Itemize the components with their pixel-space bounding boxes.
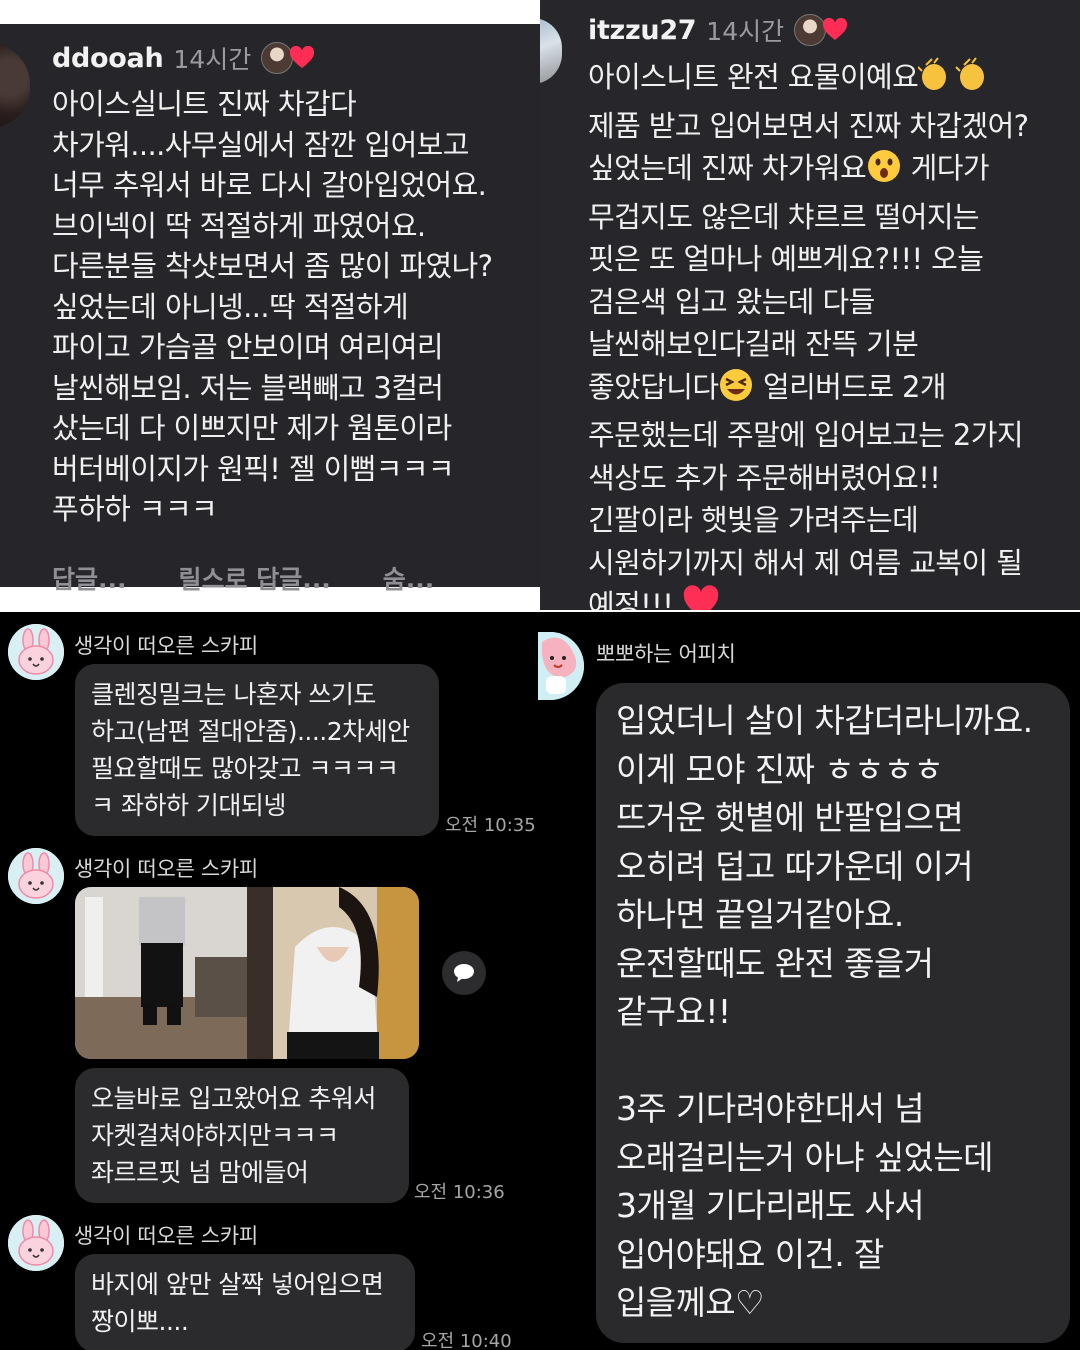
attached-photo[interactable]	[75, 887, 419, 1059]
chat-line: 클렌징밀크는 나혼자 쓰기도	[91, 680, 376, 709]
sender-name: 생각이 떠오른 스카피	[74, 857, 258, 881]
comment-line: 검은색 입고 왔는데 다들	[588, 281, 1028, 324]
comment-text: 아이스니트 완전 요물이예요제품 받고 입어보면서 진짜 차갑겠어? 싶었는데 진…	[588, 56, 1029, 610]
comment-line: 아이스실니트 진짜 차갑다	[52, 87, 357, 121]
chat-bubble: 바지에 앞만 살짝 넣어입으면 짱이뽀....	[75, 1254, 415, 1350]
comment-line: 푸하하 ㅋㅋㅋ	[52, 492, 218, 526]
comment-line: 색상도 추가 주문해버렸어요!!	[588, 457, 1028, 500]
chat-line: 좌르르핏 넘 맘에들어	[91, 1158, 309, 1187]
comment-line-text: 시원하기까지 해서 제 여름 교복이 될	[588, 545, 1023, 580]
message-time: 오전 10:35	[445, 815, 536, 836]
share-button[interactable]	[442, 951, 486, 995]
comment-line-text: 싶었는데 진짜 차가워요	[588, 151, 867, 185]
chat-line: 자켓걸쳐야하지만ㅋㅋㅋ	[91, 1121, 339, 1150]
comment-line-text: 색상도 추가 주문해버렸어요!!	[588, 460, 941, 495]
chat-line: 오늘바로 입고왔어요 추워서	[91, 1084, 376, 1113]
comment-line: 버터베이지가 원픽! 젤 이뻠ㅋㅋㅋ	[52, 451, 455, 486]
comment-line-text: 게다가	[902, 151, 990, 185]
message-time: 오전 10:36	[414, 1182, 505, 1203]
comment-line-text: 핏은 또 얼마나 예쁘게요?!!! 오늘	[588, 242, 984, 276]
comment-line: 긴팔이라 햇빛을 가려주는데	[588, 499, 1028, 542]
comment-line: 핏은 또 얼마나 예쁘게요?!!! 오늘	[588, 238, 1028, 281]
comment-line-text: 제품 받고 입어보면서 진짜 차갑겠어?	[588, 108, 1029, 143]
comment-line-text: 주문했는데 주말에 입어보고는 2가지	[588, 418, 1024, 452]
comment-line: 싶었는데 아니넹...딱 적절하게	[52, 289, 409, 324]
comment-line-text: 긴팔이라 햇빛을 가려주는데	[588, 503, 919, 537]
comment-text: 아이스실니트 진짜 차갑다차가워....사무실에서 잠깐 입어보고너무 추워서 …	[52, 84, 493, 530]
message-time: 오전 10:40	[421, 1331, 512, 1350]
reply-with-reels-button[interactable]: 릴스로 답글...	[179, 560, 331, 596]
hide-button[interactable]: 숨...	[383, 560, 435, 596]
photo-full-body	[75, 887, 247, 1059]
comment-line: 날씬해보인다길래 잔뜩 기분	[588, 323, 1028, 366]
sender-name: 생각이 떠오른 스카피	[74, 634, 258, 658]
scarpy-avatar[interactable]	[8, 1215, 64, 1271]
rabbit-icon	[8, 848, 64, 904]
chat-bubble: 오늘바로 입고왔어요 추워서 자켓걸쳐야하지만ㅋㅋㅋ 좌르르핏 넘 맘에들어	[75, 1068, 409, 1203]
comment-line: 아이스니트 완전 요물이예요	[588, 56, 1028, 105]
comment-actions: 답글... 릴스로 답글... 숨...	[52, 560, 434, 596]
comment-line-text: 아이스니트 완전 요물이예요	[588, 60, 919, 94]
comment-time: 14시간	[173, 45, 252, 74]
comment-username[interactable]: ddooah	[52, 43, 164, 74]
rabbit-icon	[8, 1215, 64, 1271]
comment-line: 너무 추워서 바로 다시 갈아입었어요.	[52, 168, 487, 202]
speech-bubble-icon	[454, 964, 474, 982]
comment-time: 14시간	[706, 17, 785, 46]
comment-line: 좋았답니다 얼리버드로 2개	[588, 366, 1028, 415]
comment-line-text: 날씬해보인다길래 잔뜩 기분	[588, 327, 919, 361]
comment-line: 무겁지도 않은데 챠르르 떨어지는	[588, 196, 1028, 239]
comment-line-text: 예정!!!	[588, 588, 682, 610]
rabbit-icon	[8, 624, 64, 680]
comment-line-text: 검은색 입고 왔는데 다들	[588, 284, 875, 319]
chat-line: 짱이뽀....	[91, 1307, 189, 1336]
profile-avatar[interactable]	[540, 18, 562, 84]
chat-bubble-long: 입었더니 살이 차갑더라니까요. 이게 모야 진짜 ㅎㅎㅎㅎ 뜨거운 햇볕에 반…	[596, 683, 1070, 1343]
comment-line-text: 좋았답니다	[588, 369, 719, 404]
sender-name: 생각이 떠오른 스카피	[74, 1224, 258, 1248]
comment-line: 예정!!!	[588, 584, 1028, 610]
sender-name: 뽀뽀하는 어피치	[596, 642, 736, 666]
comment-line-text: 무겁지도 않은데 챠르르 떨어지는	[588, 199, 980, 234]
comment-line: 주문했는데 주말에 입어보고는 2가지	[588, 414, 1028, 457]
photo-selfie	[247, 887, 419, 1059]
reply-button[interactable]: 답글...	[52, 560, 127, 596]
chat-line: 하고(남편 절대안줌)....2차세안	[91, 717, 410, 746]
comment-line: 시원하기까지 해서 제 여름 교복이 될	[588, 542, 1028, 585]
liked-heart-icon	[290, 46, 315, 68]
chat-line: 바지에 앞만 살짝 넣어입으면	[91, 1270, 384, 1299]
surprised-emoji-icon	[866, 148, 902, 196]
comment-line: 차가워....사무실에서 잠깐 입어보고	[52, 127, 469, 162]
comment-line: 제품 받고 입어보면서 진짜 차갑겠어?	[588, 105, 1029, 148]
comment-line: 파이고 가슴골 안보이며 여리여리	[52, 330, 444, 364]
liked-heart-icon	[823, 18, 848, 40]
scarpy-avatar[interactable]	[8, 848, 64, 904]
comment-username[interactable]: itzzu27	[588, 15, 697, 46]
chat-bubble: 클렌징밀크는 나혼자 쓰기도 하고(남편 절대안줌)....2차세안 필요할때도…	[75, 664, 439, 836]
comment-line: 날씬해보임. 저는 블랙빼고 3컬러	[52, 370, 444, 405]
comment-header: itzzu27 14시간	[588, 12, 848, 48]
comment-card: ddooah 14시간 아이스실니트 진짜 차갑다차가워....사무실에서 잠깐…	[0, 24, 540, 594]
profile-avatar[interactable]	[0, 44, 30, 128]
chat-line: ㅋ 좌하하 기대되넹	[91, 791, 286, 820]
scarpy-avatar[interactable]	[8, 624, 64, 680]
laughing-emoji-icon	[718, 367, 754, 415]
clap-emoji-icon	[917, 57, 992, 105]
comment-line: 샀는데 다 이쁘지만 제가 웜톤이라	[52, 411, 452, 445]
comment-line: 브이넥이 딱 적절하게 파였어요.	[52, 208, 426, 243]
chat-line: 필요할때도 많아갖고 ㅋㅋㅋㅋ	[91, 754, 399, 783]
heart-emoji-icon	[682, 585, 720, 610]
comment-line: 다른분들 착샷보면서 좀 많이 파였나?	[52, 249, 493, 283]
comment-line-text: 얼리버드로 2개	[754, 369, 947, 404]
comment-panel-itzzu27: itzzu27 14시간 아이스니트 완전 요물이예요제품 받고 입어보면서 진…	[540, 0, 1080, 610]
comment-header: ddooah 14시간	[52, 40, 315, 76]
comment-panel-ddooah: ddooah 14시간 아이스실니트 진짜 차갑다차가워....사무실에서 잠깐…	[0, 0, 540, 610]
comment-line: 싶었는데 진짜 차가워요 게다가	[588, 147, 1028, 196]
